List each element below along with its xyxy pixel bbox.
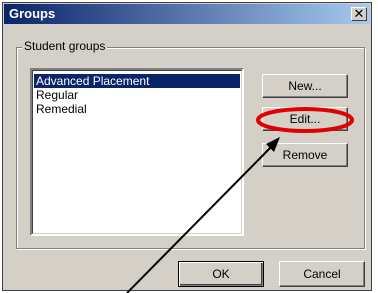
title-bar[interactable]: Groups ✕ — [4, 4, 370, 24]
ok-button-label: OK — [212, 267, 230, 281]
remove-button[interactable]: Remove — [262, 143, 348, 167]
remove-button-label: Remove — [282, 148, 328, 162]
list-inner: Advanced Placement Regular Remedial — [32, 70, 242, 234]
edit-button-label: Edit... — [289, 112, 321, 126]
list-item[interactable]: Regular — [34, 88, 240, 102]
list-item[interactable]: Remedial — [34, 102, 240, 116]
student-groups-list[interactable]: Advanced Placement Regular Remedial — [30, 68, 244, 236]
group-legend: Student groups — [22, 39, 108, 53]
edit-button[interactable]: Edit... — [262, 107, 348, 131]
close-button[interactable]: ✕ — [351, 6, 367, 21]
ok-button[interactable]: OK — [178, 261, 264, 287]
cancel-button-label: Cancel — [303, 267, 341, 281]
window-title: Groups — [9, 6, 56, 21]
new-button[interactable]: New... — [262, 74, 348, 98]
new-button-label: New... — [288, 79, 322, 93]
close-icon: ✕ — [353, 6, 365, 21]
cancel-button[interactable]: Cancel — [279, 261, 365, 287]
list-item[interactable]: Advanced Placement — [34, 74, 240, 88]
